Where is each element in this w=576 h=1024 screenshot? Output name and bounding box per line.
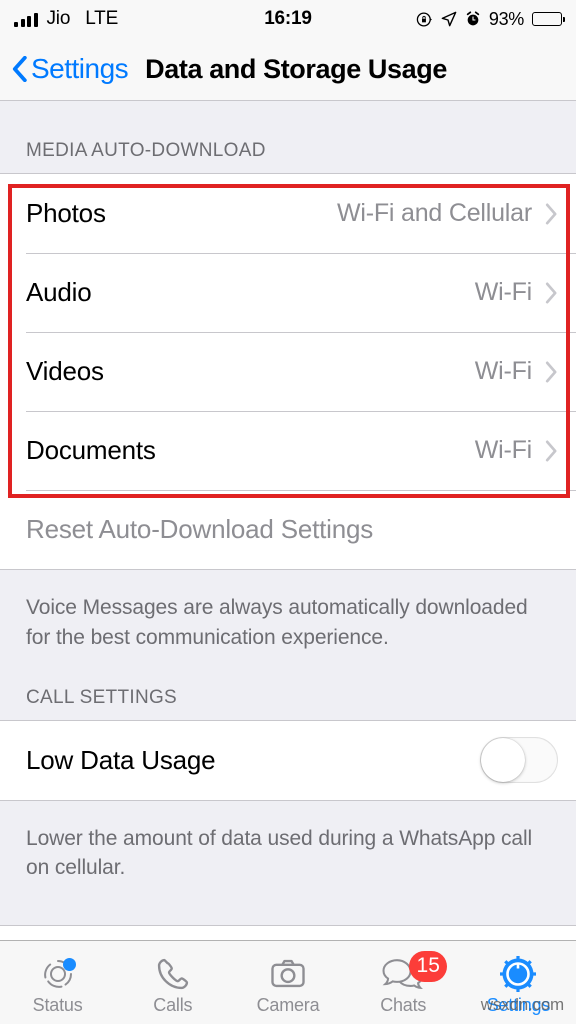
row-documents-right: Wi-Fi [475,436,558,465]
status-unread-dot [62,957,76,971]
row-photos-label: Photos [26,198,106,228]
chevron-right-icon [545,439,557,462]
chevron-right-icon [545,281,557,304]
signal-bars-icon [14,12,38,27]
page-title: Data and Storage Usage [145,53,447,84]
camera-icon [269,955,307,993]
row-photos-value: Wi-Fi and Cellular [336,199,532,227]
chat-bubbles-icon: 15 [381,950,448,993]
back-button-label: Settings [31,53,129,84]
status-bar-right: 93% [416,8,565,30]
network-type-label: LTE [85,8,119,29]
navigation-bar: Settings Data and Storage Usage [0,38,576,101]
call-settings-group: Low Data Usage [0,719,576,801]
tab-bar: Status Calls Camera 15 Chats Settings [0,940,576,1024]
row-documents-label: Documents [26,435,156,465]
row-videos-value: Wi-Fi [474,357,533,385]
row-photos-right: Wi-Fi and Cellular [337,199,558,228]
row-audio-right: Wi-Fi [475,278,558,307]
row-photos[interactable]: Photos Wi-Fi and Cellular [0,174,576,253]
tab-chats[interactable]: 15 Chats [346,941,461,1024]
chevron-right-icon [545,360,557,383]
row-videos-label: Videos [26,356,104,386]
row-videos-right: Wi-Fi [475,357,558,386]
row-audio-label: Audio [26,277,92,307]
row-audio-value: Wi-Fi [474,278,533,306]
row-videos[interactable]: Videos Wi-Fi [0,332,576,411]
call-section-footer: Lower the amount of data used during a W… [26,826,533,880]
row-documents[interactable]: Documents Wi-Fi [0,411,576,490]
tab-status[interactable]: Status [0,941,115,1024]
chevron-right-icon [545,202,557,225]
phone-icon [154,955,192,993]
tab-camera-label: Camera [256,994,320,1015]
status-rings-icon [38,955,78,993]
location-arrow-icon [441,11,457,27]
alarm-clock-icon [466,11,480,26]
row-low-data-usage-right [480,737,558,784]
tab-calls-label: Calls [153,994,193,1015]
row-reset-auto-download[interactable]: Reset Auto-Download Settings [0,490,576,569]
row-low-data-usage-label: Low Data Usage [26,744,216,775]
media-section-footer: Voice Messages are always automatically … [26,596,528,649]
call-section-header: CALL SETTINGS [26,686,178,708]
chevron-left-icon [12,56,27,82]
row-documents-value: Wi-Fi [474,436,533,464]
gear-icon [498,955,538,993]
settings-scroll-area[interactable]: MEDIA AUTO-DOWNLOAD Photos Wi-Fi and Cel… [0,102,576,1024]
tab-settings-label: Settings [486,994,551,1015]
rotation-lock-icon [416,11,432,27]
back-button[interactable]: Settings [12,53,129,85]
row-audio[interactable]: Audio Wi-Fi [0,253,576,332]
app-screen: Jio LTE 16:19 93% Settings Data and Stor… [0,0,576,1024]
row-low-data-usage[interactable]: Low Data Usage [0,720,576,800]
media-section-header: MEDIA AUTO-DOWNLOAD [26,140,266,161]
battery-percent-label: 93% [488,8,524,29]
chats-unread-badge: 15 [409,950,448,982]
tab-settings[interactable]: Settings [461,941,576,1024]
status-bar-left: Jio LTE [14,8,118,30]
tab-chats-label: Chats [380,994,427,1015]
tab-camera[interactable]: Camera [230,941,345,1024]
status-bar: Jio LTE 16:19 93% [0,0,576,38]
tab-status-label: Status [32,994,83,1015]
toggle-knob [481,738,525,783]
low-data-usage-toggle[interactable] [480,737,558,784]
tab-calls[interactable]: Calls [115,941,230,1024]
row-reset-auto-download-label: Reset Auto-Download Settings [26,514,374,544]
media-auto-download-group: Photos Wi-Fi and Cellular Audio Wi-Fi Vi… [0,173,576,570]
carrier-label: Jio [46,8,71,29]
battery-icon [532,12,565,26]
